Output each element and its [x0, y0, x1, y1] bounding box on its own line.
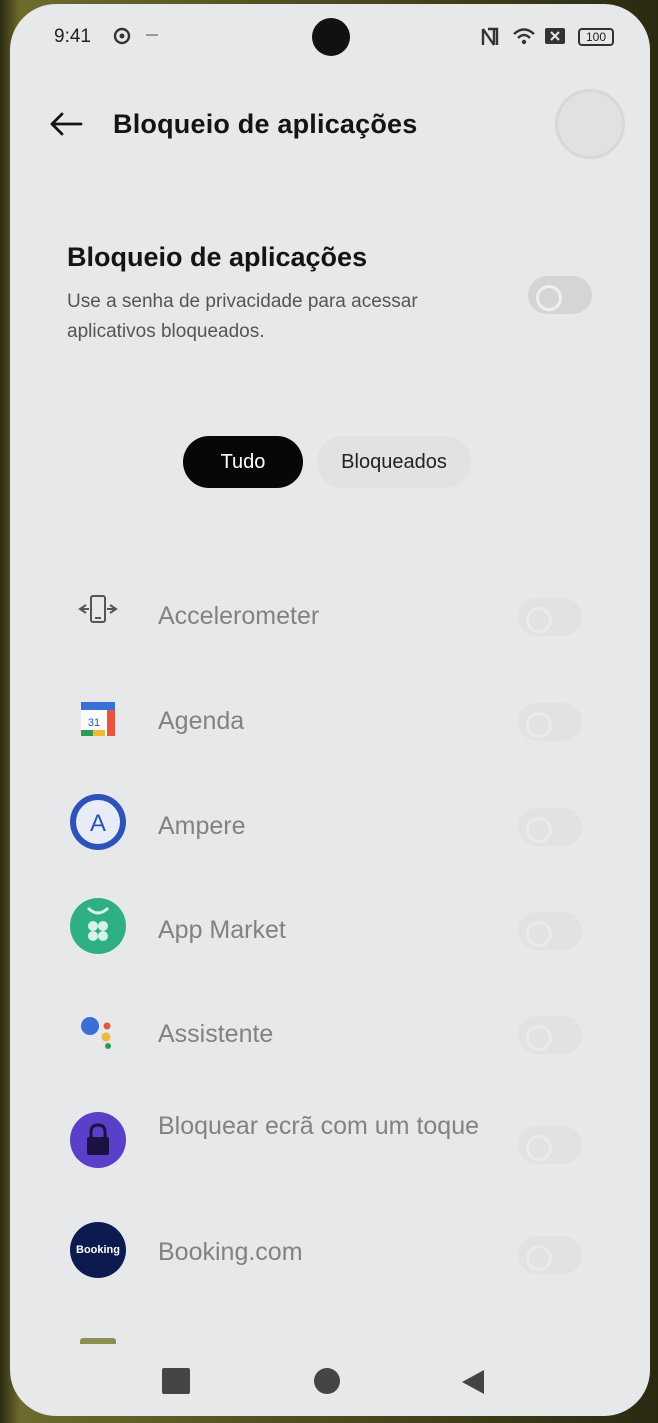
back-button[interactable] [46, 104, 86, 144]
device-frame: 9:41 100 Bloqueio de aplicações Bloqueio… [0, 0, 658, 1423]
lock-toggle-ampere[interactable] [518, 808, 582, 846]
list-item-partial[interactable] [10, 1336, 650, 1344]
assistant-icon [70, 1002, 126, 1058]
ampere-icon: A [70, 794, 126, 850]
calendar-icon: 31 [70, 691, 126, 747]
app-market-icon [70, 898, 126, 954]
svg-text:31: 31 [88, 717, 100, 729]
lock-screen-icon [70, 1112, 126, 1168]
lock-toggle-lock-screen[interactable] [518, 1126, 582, 1164]
battery-level: 100 [585, 30, 607, 44]
app-label: Bloquear ecrã com um toque [158, 1112, 480, 1140]
arrow-left-icon [50, 112, 83, 136]
status-bar: 9:41 100 [10, 4, 650, 68]
app-label: Booking.com [158, 1238, 303, 1266]
back-icon[interactable] [460, 1368, 486, 1401]
tab-locked[interactable]: Bloqueados [317, 436, 471, 488]
app-lock-master-toggle[interactable] [528, 276, 592, 314]
app-header: Bloqueio de aplicações [10, 84, 650, 164]
nfc-icon [480, 26, 500, 53]
screen: 9:41 100 Bloqueio de aplicações Bloqueio… [10, 4, 650, 1416]
lock-toggle-accelerometer[interactable] [518, 598, 582, 636]
lock-toggle-app-market[interactable] [518, 912, 582, 950]
lock-toggle-booking[interactable] [518, 1236, 582, 1274]
navigation-bar [10, 1344, 650, 1416]
app-label: Agenda [158, 707, 245, 735]
settings-icon [112, 26, 132, 51]
master-title: Bloqueio de aplicações [67, 242, 368, 272]
battery-icon: 100 [578, 28, 614, 46]
booking-icon: Booking [70, 1222, 126, 1278]
home-icon[interactable] [314, 1368, 340, 1394]
app-label: Accelerometer [158, 602, 320, 630]
app-label: Assistente [158, 1020, 274, 1048]
page-title: Bloqueio de aplicações [113, 109, 418, 139]
status-time: 9:41 [54, 26, 91, 47]
app-lock-master-section: Bloqueio de aplicações Use a senha de pr… [67, 242, 607, 347]
svg-text:A: A [90, 810, 106, 837]
sim-icon [544, 26, 566, 51]
accelerometer-icon [70, 582, 126, 638]
tab-all[interactable]: Tudo [183, 436, 303, 488]
lock-toggle-agenda[interactable] [518, 703, 582, 741]
master-description: Use a senha de privacidade para acessar … [67, 291, 418, 342]
app-label: Ampere [158, 812, 246, 840]
dash-icon [146, 34, 158, 36]
app-label: App Market [158, 916, 286, 944]
avatar[interactable] [555, 89, 625, 159]
recents-icon[interactable] [162, 1368, 190, 1394]
lock-toggle-assistente[interactable] [518, 1016, 582, 1054]
front-camera [312, 18, 350, 56]
wifi-icon [512, 26, 536, 51]
